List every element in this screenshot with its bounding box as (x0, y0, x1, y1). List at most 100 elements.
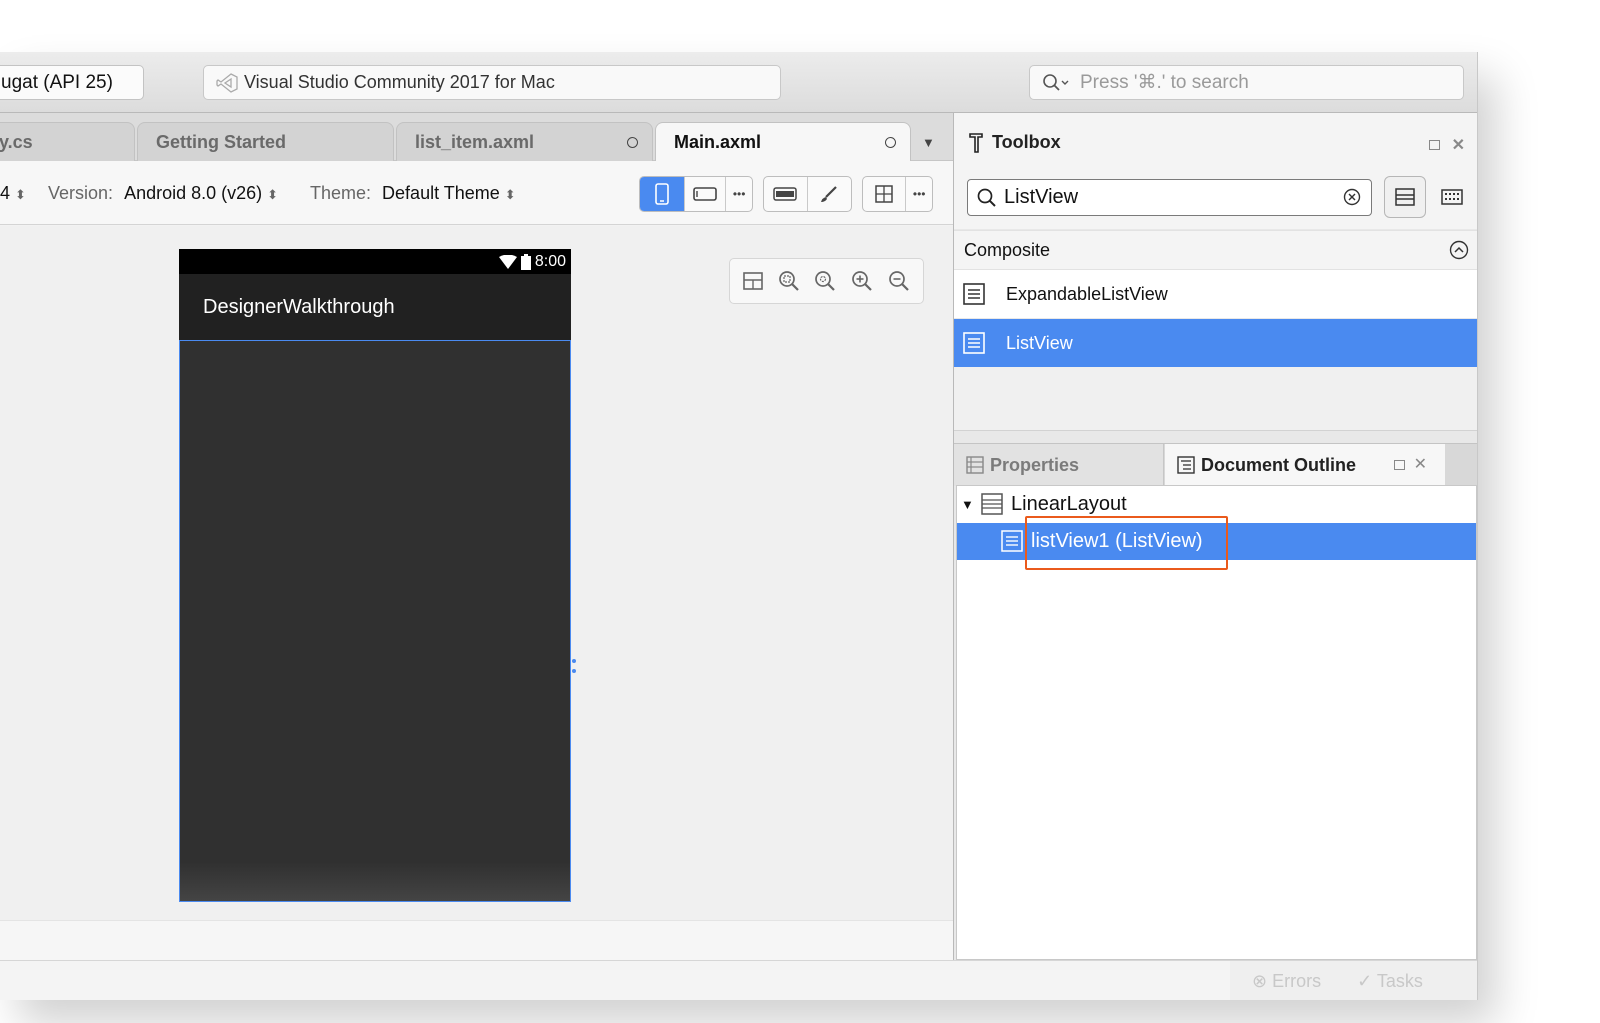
listview-surface[interactable] (179, 340, 571, 902)
grid-view-toggle[interactable] (1431, 176, 1473, 218)
main-toolbar: ugat (API 25) Visual Studio Community 20… (0, 52, 1477, 113)
layout-grid-button[interactable] (863, 177, 907, 211)
tasks-pad[interactable]: ✓ Tasks (1357, 971, 1423, 992)
errors-label: Errors (1272, 970, 1322, 991)
properties-icon (966, 456, 984, 474)
tab-close-icon[interactable] (627, 137, 638, 148)
version-selector[interactable]: Version: Android 8.0 (v26) ⬍ (48, 183, 278, 204)
wifi-icon (498, 254, 517, 269)
portrait-button[interactable] (640, 177, 685, 211)
api-selector[interactable]: 4 ⬍ (0, 183, 26, 204)
stepper-icon: ⬍ (267, 187, 279, 202)
tab-properties-label: Properties (990, 454, 1080, 475)
design-mode-group (763, 176, 852, 212)
maximize-icon[interactable] (1394, 460, 1405, 470)
search-icon (1043, 73, 1069, 91)
phone-app-bar: DesignerWalkthrough (179, 274, 571, 340)
layout-node-icon (981, 493, 1003, 515)
errors-pad[interactable]: ⊗ Errors (1252, 971, 1321, 992)
layout-group: ••• (862, 176, 933, 212)
listview-node-icon (1001, 530, 1023, 552)
more-options-icon[interactable]: ••• (726, 177, 752, 211)
device-label: ugat (API 25) (1, 72, 113, 93)
tab-overflow-icon[interactable]: ▼ (922, 135, 935, 150)
tab-list-item-axml[interactable]: list_item.axml (396, 122, 653, 161)
close-icon[interactable]: ✕ (1452, 135, 1465, 155)
resize-handle-right[interactable] (572, 659, 576, 663)
listview-widget-icon (963, 283, 985, 305)
tab-close-icon[interactable] (885, 137, 896, 148)
visual-studio-icon (216, 72, 238, 93)
right-pane: Toolbox ✕ ListView Composite ExpandableL… (953, 113, 1477, 960)
theme-selector[interactable]: Theme: Default Theme ⬍ (310, 183, 516, 204)
design-surface-button[interactable] (764, 177, 808, 211)
global-search-input[interactable]: Press '⌘.' to search (1029, 65, 1464, 100)
zoom-out-icon[interactable] (887, 269, 911, 293)
tab-getting-started[interactable]: Getting Started (137, 122, 394, 161)
designer-toolbar: 4 ⬍ Version: Android 8.0 (v26) ⬍ Theme: … (0, 161, 953, 225)
resize-handle-right[interactable] (572, 669, 576, 673)
tab-label: Main.axml (674, 132, 762, 152)
status-display: Visual Studio Community 2017 for Mac (203, 65, 781, 100)
toolbox-item-label: ExpandableListView (1006, 284, 1168, 304)
battery-icon (520, 253, 531, 270)
more-options-icon[interactable]: ••• (906, 177, 932, 211)
landscape-button[interactable] (685, 177, 727, 211)
tab-main-axml[interactable]: Main.axml (655, 122, 911, 161)
clear-search-icon[interactable] (1343, 188, 1361, 206)
ide-window: ugat (API 25) Visual Studio Community 20… (0, 52, 1478, 1000)
zoom-in-icon[interactable] (850, 269, 874, 293)
tab-properties[interactable]: Properties (954, 444, 1164, 486)
toolbox-item-listview[interactable]: ListView (954, 319, 1477, 367)
toolbox-title: Toolbox (992, 131, 1061, 152)
listview-widget-icon (963, 332, 985, 354)
device-selector[interactable]: ugat (API 25) (0, 65, 144, 100)
tasks-label: Tasks (1376, 970, 1423, 991)
tab-label: y.cs (0, 132, 33, 152)
tab-document-outline[interactable]: Document Outline ✕ (1165, 444, 1445, 486)
stepper-icon: ⬍ (504, 187, 516, 202)
phone-status-bar: 8:00 (179, 249, 571, 274)
phone-preview: 8:00 DesignerWalkthrough (179, 249, 571, 902)
brush-icon (821, 186, 838, 202)
disclosure-triangle-icon[interactable]: ▼ (961, 486, 974, 523)
document-tabs: y.cs Getting Started list_item.axml Main… (0, 113, 953, 161)
theme-label: Theme: (310, 183, 372, 203)
collapse-chevron-icon[interactable] (1449, 240, 1469, 260)
layout-bounds-icon[interactable] (742, 270, 764, 292)
theme-value: Default Theme (382, 183, 500, 203)
maximize-icon[interactable] (1428, 140, 1440, 150)
canvas-footer (0, 920, 953, 960)
zoom-fit-icon[interactable] (777, 269, 801, 293)
grid-icon (875, 185, 893, 203)
lower-pane-tabs: Properties Document Outline ✕ (954, 443, 1477, 486)
version-label: Version: (48, 183, 114, 203)
phone-landscape-icon (693, 187, 717, 201)
api-value: 4 (0, 183, 11, 203)
outline-icon (1177, 456, 1195, 474)
close-icon[interactable]: ✕ (1414, 454, 1427, 474)
toolbox-search-input[interactable]: ListView (967, 179, 1372, 216)
surface-icon (773, 187, 797, 201)
toolbox-search-value: ListView (1004, 186, 1079, 208)
tab-label: list_item.axml (415, 132, 535, 152)
tab-label: Getting Started (156, 132, 287, 152)
toolbox-empty-area (954, 367, 1477, 431)
toolbox-search-row: ListView (954, 171, 1477, 229)
status-text: Visual Studio Community 2017 for Mac (244, 72, 555, 92)
annotation-highlight (1025, 516, 1228, 570)
list-icon (1395, 188, 1415, 206)
category-label: Composite (964, 240, 1051, 260)
list-view-toggle[interactable] (1384, 176, 1426, 218)
tab-activity-cs[interactable]: y.cs (0, 122, 135, 161)
zoom-actual-icon[interactable] (813, 269, 837, 293)
document-outline-tree: ▼ LinearLayout listView1 (ListView) (956, 485, 1477, 960)
design-canvas[interactable]: 8:00 DesignerWalkthrough (0, 226, 953, 959)
search-icon (977, 188, 996, 207)
stepper-icon: ⬍ (15, 187, 26, 202)
toolbox-category[interactable]: Composite (954, 230, 1477, 270)
toolbox-item-expandablelistview[interactable]: ExpandableListView (954, 270, 1477, 318)
status-bar: ⊗ Errors ✓ Tasks (0, 960, 1477, 1000)
phone-time: 8:00 (534, 253, 566, 270)
theme-brush-button[interactable] (808, 177, 852, 211)
